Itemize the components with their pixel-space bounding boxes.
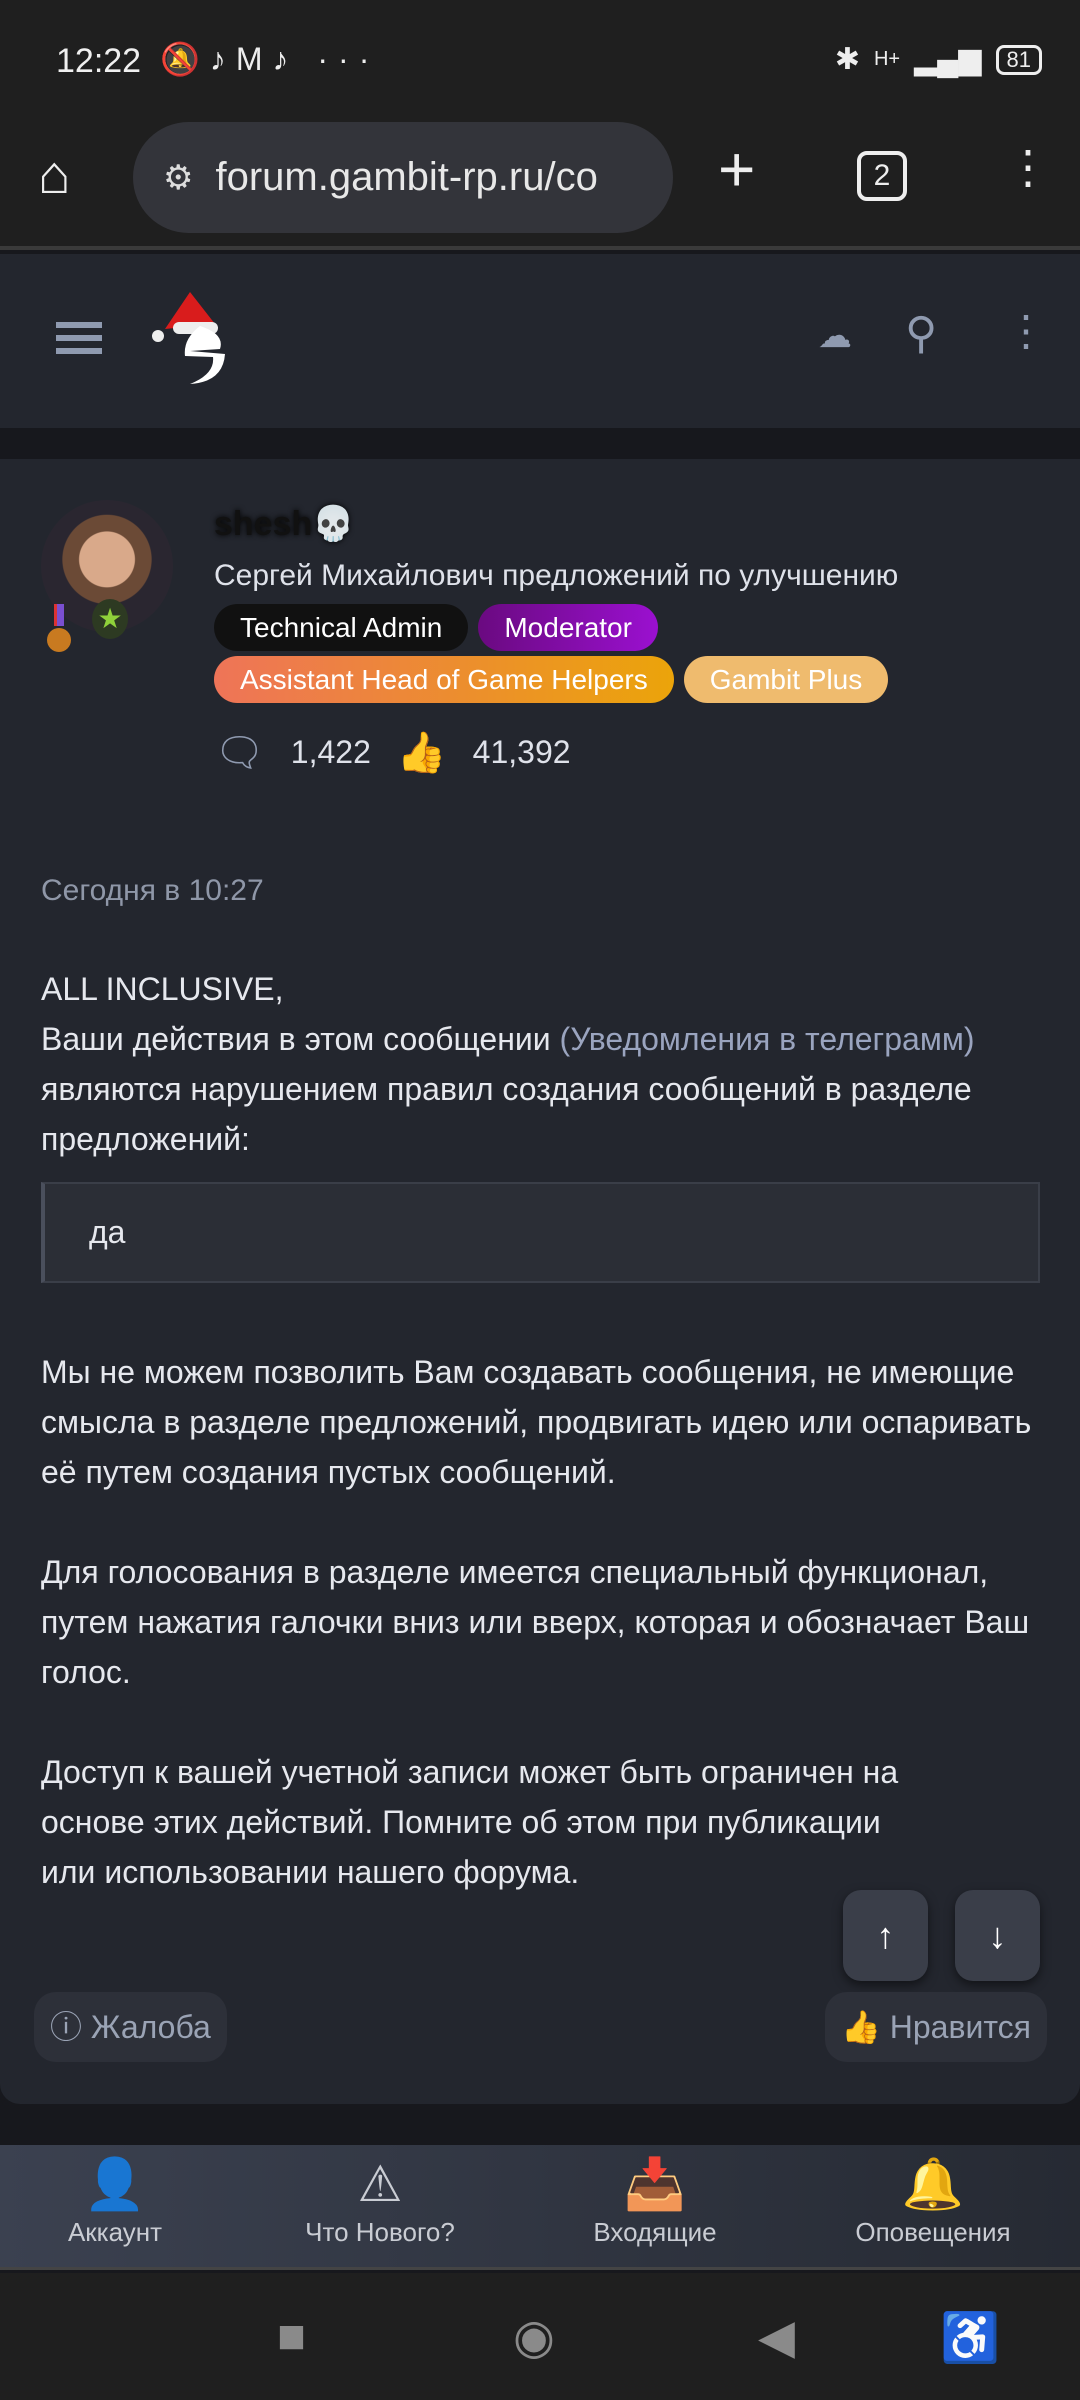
alert-circle-icon: ⓘ — [50, 2009, 83, 2045]
post-date[interactable]: Сегодня в 10:27 — [41, 874, 264, 908]
nav-label: Входящие — [593, 2217, 717, 2247]
thumbs-up-icon: 👍 — [841, 2009, 881, 2045]
shield-star-icon: ★ — [92, 599, 128, 639]
user-title: Сергей Михайлович предложений по улучшен… — [214, 559, 899, 592]
text: являются нарушением правил создания сооб… — [41, 1071, 972, 1157]
bottom-nav: 👤 Аккаунт ⚠ Что Нового? 📥 Входящие 🔔 Оповеще… — [0, 2145, 1080, 2270]
nav-label: Оповещения — [855, 2217, 1011, 2247]
username[interactable]: shesh💀 — [214, 504, 355, 544]
system-nav-bar: ■ ◉ ◀ ♿ — [0, 2273, 1080, 2400]
messages-icon: 🗨 — [214, 731, 265, 775]
text: Ваши действия в этом сообщении — [41, 1021, 560, 1057]
report-label: Жалоба — [90, 2009, 211, 2045]
inbox-icon: 📥 — [623, 2156, 687, 2212]
greeting: ALL INCLUSIVE, — [41, 971, 284, 1007]
address-bar[interactable]: ⚙ forum.gambit-rp.ru/co — [133, 122, 673, 233]
browser-toolbar: ⌂ ⚙ forum.gambit-rp.ru/co + 2 ⋮ — [0, 122, 1080, 250]
reaction-count: 41,392 — [472, 734, 571, 770]
browser-menu-icon[interactable]: ⋮ — [1005, 140, 1051, 194]
user-stats: 🗨 1,422 👍 41,392 — [214, 729, 571, 776]
thumbs-up-icon: 👍 — [396, 731, 447, 775]
home-icon[interactable]: ⌂ — [38, 144, 71, 206]
medal-icon — [47, 604, 71, 652]
paragraph: Для голосования в разделе имеется специа… — [41, 1554, 1030, 1690]
blockquote: да — [41, 1182, 1040, 1283]
badge-assistant-head: Assistant Head of Game Helpers — [214, 656, 674, 703]
nav-label: Аккаунт — [67, 2217, 163, 2247]
site-settings-icon[interactable]: ⚙ — [163, 158, 193, 198]
user-icon: 👤 — [83, 2156, 147, 2212]
network-type: H+ — [873, 48, 901, 70]
badge-gambit-plus: Gambit Plus — [683, 656, 889, 703]
badge-technical-admin: Technical Admin — [214, 604, 469, 651]
signal-icon: ▂▄▆ — [914, 43, 982, 76]
gambit-logo[interactable] — [145, 284, 255, 394]
message-count: 1,422 — [290, 734, 371, 770]
nav-whats-new[interactable]: ⚠ Что Нового? — [245, 2145, 515, 2270]
nav-alerts[interactable]: 🔔 Оповещения — [798, 2145, 1068, 2270]
notification-icons: 🔕♪M♪ ··· — [160, 41, 380, 77]
arrow-up-icon: ↑ — [876, 1915, 895, 1956]
bell-icon: 🔔 — [901, 2156, 965, 2212]
paragraph: Мы не можем позволить Вам создавать сооб… — [41, 1354, 1032, 1490]
forum-header: ☁ ⚲ ⋮ — [0, 254, 1080, 428]
status-bar: 12:22 🔕♪M♪ ··· ✱ H+ ▂▄▆ 81 — [0, 0, 1080, 122]
message-link[interactable]: (Уведомления в телеграмм) — [560, 1021, 975, 1057]
scroll-down-button[interactable]: ↓ — [955, 1890, 1040, 1981]
badge-row: Assistant Head of Game Helpers Gambit Pl… — [214, 656, 1034, 703]
home-circle-icon[interactable]: ◉ — [513, 2309, 555, 2365]
report-button[interactable]: ⓘ Жалоба — [34, 1992, 227, 2062]
new-tab-icon[interactable]: + — [718, 132, 755, 206]
scroll-up-button[interactable]: ↑ — [843, 1890, 928, 1981]
battery-icon: 81 — [995, 44, 1042, 75]
search-icon[interactable]: ⚲ — [905, 308, 937, 359]
url-text[interactable]: forum.gambit-rp.ru/co — [215, 155, 597, 200]
nav-label: Что Нового? — [305, 2217, 455, 2247]
hamburger-menu-icon[interactable] — [56, 322, 102, 354]
bluetooth-icon: ✱ — [834, 43, 860, 76]
arrow-down-icon: ↓ — [988, 1915, 1007, 1956]
paragraph: Ваши действия в этом сообщении (Уведомле… — [41, 1014, 1041, 1164]
nav-inbox[interactable]: 📥 Входящие — [520, 2145, 790, 2270]
tab-switcher-button[interactable]: 2 — [857, 151, 907, 201]
badge-moderator: Moderator — [478, 604, 658, 651]
like-button[interactable]: 👍 Нравится — [825, 1992, 1047, 2062]
nav-account[interactable]: 👤 Аккаунт — [0, 2145, 250, 2270]
back-icon[interactable]: ◀ — [758, 2309, 795, 2365]
message-alert-icon: ⚠ — [357, 2156, 403, 2212]
forum-menu-icon[interactable]: ⋮ — [1005, 306, 1047, 355]
paragraph: Доступ к вашей учетной записи может быть… — [41, 1754, 899, 1890]
accessibility-icon[interactable]: ♿ — [940, 2309, 1000, 2366]
recents-icon[interactable]: ■ — [277, 2309, 306, 2364]
clock: 12:22 — [56, 42, 142, 80]
cloud-icon[interactable]: ☁ — [818, 316, 852, 356]
like-label: Нравится — [889, 2009, 1031, 2045]
system-icons: ✱ H+ ▂▄▆ 81 — [835, 42, 1042, 77]
post-card: ★ shesh💀 Сергей Михайлович предложений п… — [0, 459, 1080, 2104]
badge-row: Technical Admin Moderator — [214, 604, 1034, 651]
post-body: ALL INCLUSIVE, Ваши действия в этом сооб… — [41, 964, 1041, 1947]
